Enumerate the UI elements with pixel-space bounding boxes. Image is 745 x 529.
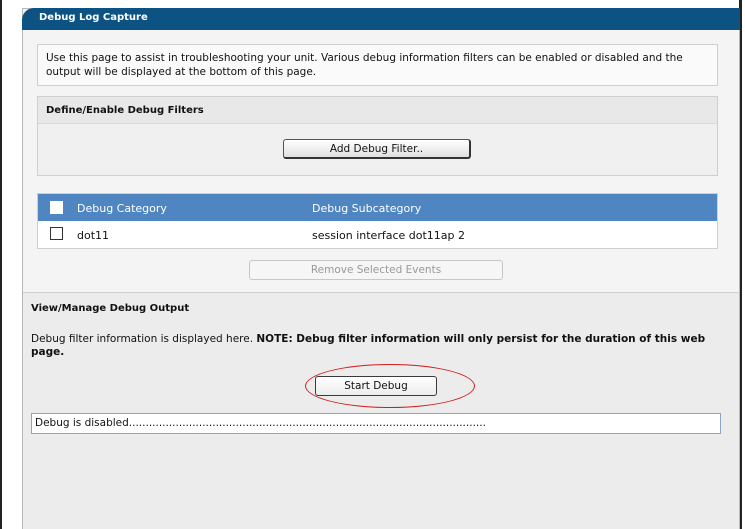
header-category: Debug Category (77, 202, 167, 215)
panel-titlebar: Debug Log Capture (22, 8, 740, 30)
filters-header: Define/Enable Debug Filters (38, 97, 717, 124)
start-debug-button[interactable]: Start Debug (315, 376, 437, 396)
row-checkbox[interactable] (50, 227, 63, 240)
remove-selected-events-button[interactable]: Remove Selected Events (249, 260, 503, 280)
output-description: Debug filter information is displayed he… (31, 333, 731, 359)
filters-section: Define/Enable Debug Filters Add Debug Fi… (37, 96, 718, 176)
filters-heading: Define/Enable Debug Filters (46, 105, 204, 116)
debug-filter-table: Debug Category Debug Subcategory dot11 s… (37, 193, 718, 249)
header-subcategory: Debug Subcategory (312, 202, 422, 215)
output-section: View/Manage Debug Output Debug filter in… (23, 292, 739, 529)
table-header: Debug Category Debug Subcategory (38, 194, 717, 221)
table-row: dot11 session interface dot11ap 2 (38, 221, 717, 248)
output-description-text: Debug filter information is displayed he… (31, 333, 257, 345)
panel-title: Debug Log Capture (39, 12, 148, 23)
intro-text: Use this page to assist in troubleshooti… (37, 44, 718, 86)
add-debug-filter-button[interactable]: Add Debug Filter.. (283, 139, 471, 159)
debug-output-field[interactable]: Debug is disabled.......................… (31, 413, 721, 434)
row-category: dot11 (77, 229, 110, 242)
output-heading: View/Manage Debug Output (31, 303, 190, 314)
row-subcategory: session interface dot11ap 2 (312, 229, 466, 242)
select-all-checkbox[interactable] (50, 201, 63, 214)
